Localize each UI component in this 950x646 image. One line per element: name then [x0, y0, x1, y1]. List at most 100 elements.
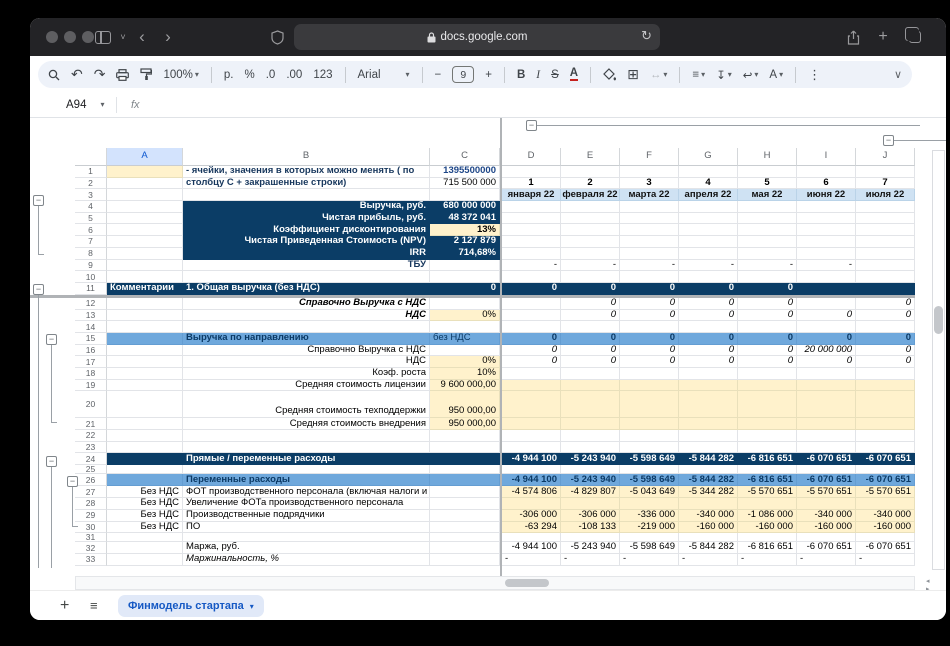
- cell-F14[interactable]: [620, 321, 679, 333]
- cell-E15[interactable]: 0: [561, 333, 620, 345]
- more-options-button[interactable]: ⋮: [808, 67, 821, 83]
- cell-F1[interactable]: [620, 166, 679, 178]
- decrease-decimals-button[interactable]: .0: [266, 69, 276, 81]
- cell-E18[interactable]: [561, 368, 620, 380]
- cell-B24[interactable]: Прямые / переменные расходы: [183, 453, 430, 465]
- cell-C32[interactable]: [430, 542, 500, 554]
- cell-G14[interactable]: [679, 321, 738, 333]
- cell-J26[interactable]: -6 070 651: [856, 474, 915, 486]
- row-header-10[interactable]: 10: [75, 271, 107, 283]
- cell-I20[interactable]: [797, 391, 856, 418]
- cell-D29[interactable]: -306 000: [502, 510, 561, 522]
- cell-E30[interactable]: -108 133: [561, 522, 620, 534]
- cell-J20[interactable]: [856, 391, 915, 418]
- cell-I10[interactable]: [797, 271, 856, 283]
- cell-F2[interactable]: 3: [620, 178, 679, 190]
- cell-G1[interactable]: [679, 166, 738, 178]
- cell-E22[interactable]: [561, 430, 620, 442]
- column-header-F[interactable]: F: [620, 148, 679, 166]
- cell-I28[interactable]: [797, 498, 856, 510]
- sheet-tab-active[interactable]: Финмодель стартапа ▾: [118, 595, 264, 617]
- row-header-12[interactable]: 12: [75, 298, 107, 310]
- cell-C9[interactable]: [430, 260, 500, 272]
- cell-I9[interactable]: -: [797, 260, 856, 272]
- cell-H17[interactable]: 0: [738, 356, 797, 368]
- text-wrap-button[interactable]: ↩▾: [743, 68, 759, 82]
- cell-I11[interactable]: [797, 283, 856, 295]
- merge-cells-button[interactable]: ↔▾: [650, 69, 668, 81]
- cell-B31[interactable]: [183, 533, 430, 542]
- cell-J33[interactable]: -: [856, 554, 915, 566]
- cell-G13[interactable]: 0: [679, 310, 738, 322]
- cell-B13[interactable]: НДС: [183, 310, 430, 322]
- row-group-collapse-button-rows12-plus[interactable]: −: [33, 284, 44, 295]
- cell-G22[interactable]: [679, 430, 738, 442]
- row-header-2[interactable]: 2: [75, 178, 107, 190]
- cell-F32[interactable]: -5 598 649: [620, 542, 679, 554]
- cell-J31[interactable]: [856, 533, 915, 542]
- cell-D2[interactable]: 1: [502, 178, 561, 190]
- cell-F12[interactable]: 0: [620, 298, 679, 310]
- cell-A9[interactable]: [107, 260, 183, 272]
- cell-A23[interactable]: [107, 442, 183, 454]
- format-percent-button[interactable]: %: [245, 69, 255, 81]
- row-header-22[interactable]: 22: [75, 430, 107, 442]
- increase-font-size-button[interactable]: +: [485, 69, 492, 81]
- cell-H30[interactable]: -160 000: [738, 522, 797, 534]
- cell-G23[interactable]: [679, 442, 738, 454]
- row-header-18[interactable]: 18: [75, 368, 107, 380]
- cell-D10[interactable]: [502, 271, 561, 283]
- row-header-4[interactable]: 4: [75, 201, 107, 213]
- cell-H13[interactable]: 0: [738, 310, 797, 322]
- cell-C1[interactable]: 1395500000: [430, 166, 500, 178]
- cell-B33[interactable]: Маржинальность, %: [183, 554, 430, 566]
- cell-D13[interactable]: [502, 310, 561, 322]
- cell-C19[interactable]: 9 600 000,00: [430, 380, 500, 392]
- cell-H4[interactable]: [738, 201, 797, 213]
- cell-A33[interactable]: [107, 554, 183, 566]
- text-color-button[interactable]: A: [570, 68, 578, 81]
- cell-I5[interactable]: [797, 213, 856, 225]
- cell-A5[interactable]: [107, 213, 183, 225]
- cell-B1[interactable]: - ячейки, значения в которых можно менят…: [183, 166, 430, 178]
- cell-A24[interactable]: [107, 453, 183, 465]
- cell-C10[interactable]: [430, 271, 500, 283]
- cell-H16[interactable]: 0: [738, 345, 797, 357]
- cell-E28[interactable]: [561, 498, 620, 510]
- cell-I3[interactable]: июня 22: [797, 189, 856, 201]
- cell-E21[interactable]: [561, 418, 620, 430]
- cell-A7[interactable]: [107, 236, 183, 248]
- cell-H3[interactable]: мая 22: [738, 189, 797, 201]
- cell-F13[interactable]: 0: [620, 310, 679, 322]
- cell-J32[interactable]: -6 070 651: [856, 542, 915, 554]
- cell-H8[interactable]: [738, 248, 797, 260]
- cell-I15[interactable]: 0: [797, 333, 856, 345]
- cell-D27[interactable]: -4 574 806: [502, 486, 561, 498]
- cell-I17[interactable]: 0: [797, 356, 856, 368]
- cell-C30[interactable]: [430, 522, 500, 534]
- cell-D25[interactable]: [502, 465, 561, 474]
- row-header-28[interactable]: 28: [75, 498, 107, 510]
- cell-A8[interactable]: [107, 248, 183, 260]
- cell-C26[interactable]: [430, 474, 500, 486]
- cell-F7[interactable]: [620, 236, 679, 248]
- cell-I25[interactable]: [797, 465, 856, 474]
- row-header-11[interactable]: 11: [75, 283, 107, 295]
- cell-F29[interactable]: -336 000: [620, 510, 679, 522]
- cell-G11[interactable]: 0: [679, 283, 738, 295]
- cell-J10[interactable]: [856, 271, 915, 283]
- sheet-tab-menu-icon[interactable]: ▾: [250, 602, 254, 611]
- cell-A29[interactable]: Без НДС: [107, 510, 183, 522]
- cell-F31[interactable]: [620, 533, 679, 542]
- row-header-7[interactable]: 7: [75, 236, 107, 248]
- cell-H10[interactable]: [738, 271, 797, 283]
- cell-B10[interactable]: [183, 271, 430, 283]
- scroll-arrows[interactable]: ◂ ▸: [926, 577, 946, 590]
- close-window-button[interactable]: [46, 31, 58, 43]
- cell-E8[interactable]: [561, 248, 620, 260]
- cell-E11[interactable]: 0: [561, 283, 620, 295]
- row-header-29[interactable]: 29: [75, 510, 107, 522]
- cell-E16[interactable]: 0: [561, 345, 620, 357]
- cell-H29[interactable]: -1 086 000: [738, 510, 797, 522]
- column-header-B[interactable]: B: [183, 148, 430, 166]
